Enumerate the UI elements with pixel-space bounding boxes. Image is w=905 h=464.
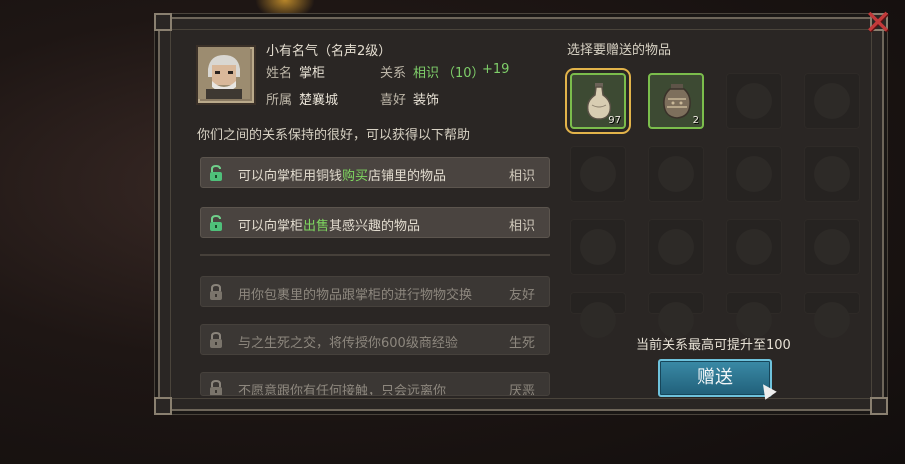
help-row-sell: 可以向掌柜出售其感兴趣的物品 相识: [200, 207, 550, 238]
help-row-tag: 生死: [508, 336, 535, 351]
help-description: 你们之间的关系保持的很好，可以获得以下帮助: [197, 128, 471, 143]
gift-slot-empty[interactable]: [726, 219, 782, 275]
unlocked-lock-icon: [210, 164, 222, 181]
gift-title: 选择要赠送的物品: [567, 43, 672, 58]
gift-slot-empty[interactable]: [648, 292, 704, 338]
help-row-text: 用你包裹里的物品跟掌柜的进行物物交换: [238, 288, 473, 303]
relation-label: 关系: [380, 66, 407, 81]
help-row-tag: 相识: [508, 219, 535, 234]
gift-slot-empty[interactable]: [804, 146, 860, 202]
gift-slot-empty[interactable]: [804, 292, 860, 338]
lock-icon: [210, 379, 222, 395]
gift-slot-empty[interactable]: [648, 146, 704, 202]
relation-cap-text: 当前关系最高可提升至100: [636, 338, 791, 353]
help-row-tag: 友好: [508, 288, 535, 303]
gift-slot-empty[interactable]: [726, 292, 782, 338]
name-label: 姓名: [266, 66, 293, 81]
fame-title: 小有名气（名声2级）: [266, 44, 392, 59]
help-row-text: 可以向掌柜用铜钱购买店铺里的物品: [238, 169, 447, 184]
shopkeeper-portrait-icon: [198, 47, 250, 99]
gift-slot-empty[interactable]: [726, 146, 782, 202]
hobby-label: 喜好: [380, 93, 407, 108]
hobby-value: 装饰: [413, 93, 440, 108]
help-row-buy: 可以向掌柜用铜钱购买店铺里的物品 相识: [200, 157, 550, 188]
panel-corner: [154, 397, 172, 415]
jar-icon: [663, 84, 691, 119]
gift-slot-jar[interactable]: 2: [648, 73, 704, 129]
help-row-lifedeath: 与之生死之交，将传授你600级商经验 生死: [200, 324, 550, 355]
unlocked-lock-icon: [210, 214, 222, 231]
panel-corner: [870, 397, 888, 415]
npc-portrait: [196, 45, 256, 105]
gift-slot-empty[interactable]: [570, 219, 626, 275]
help-divider: [200, 254, 550, 256]
help-row-tag: 相识: [508, 169, 535, 184]
help-row-text: 可以向掌柜出售其感兴趣的物品: [238, 219, 421, 234]
help-row-hate: 不愿意跟你有任何接触，只会远离你 厌恶: [200, 372, 550, 396]
gift-slot-empty[interactable]: [648, 219, 704, 275]
gift-slot-empty[interactable]: [804, 219, 860, 275]
gift-slot-empty[interactable]: [570, 146, 626, 202]
relation-value: 相识: [413, 66, 440, 81]
panel-corner: [154, 13, 172, 31]
gift-slot-vase[interactable]: 97: [570, 73, 626, 129]
relation-bonus: +19: [482, 62, 510, 77]
item-count: 97: [608, 115, 621, 126]
lock-icon: [210, 283, 222, 300]
lock-icon: [210, 331, 222, 348]
help-row-tag: 厌恶: [508, 384, 535, 396]
help-row-text: 不愿意跟你有任何接触，只会远离你: [238, 384, 447, 396]
item-count: 2: [692, 115, 699, 126]
affiliation-label: 所属: [266, 93, 293, 108]
gift-slot-empty[interactable]: [570, 292, 626, 338]
close-button[interactable]: ✕: [860, 6, 896, 42]
gift-slot-empty[interactable]: [804, 73, 860, 129]
help-row-barter: 用你包裹里的物品跟掌柜的进行物物交换 友好: [200, 276, 550, 307]
affiliation-value: 楚襄城: [299, 93, 339, 108]
gift-slot-empty[interactable]: [726, 73, 782, 129]
relation-points: （10）: [442, 66, 485, 81]
help-row-text: 与之生死之交，将传授你600级商经验: [238, 336, 458, 351]
give-button[interactable]: 赠送: [658, 359, 772, 397]
name-value: 掌柜: [299, 66, 326, 81]
